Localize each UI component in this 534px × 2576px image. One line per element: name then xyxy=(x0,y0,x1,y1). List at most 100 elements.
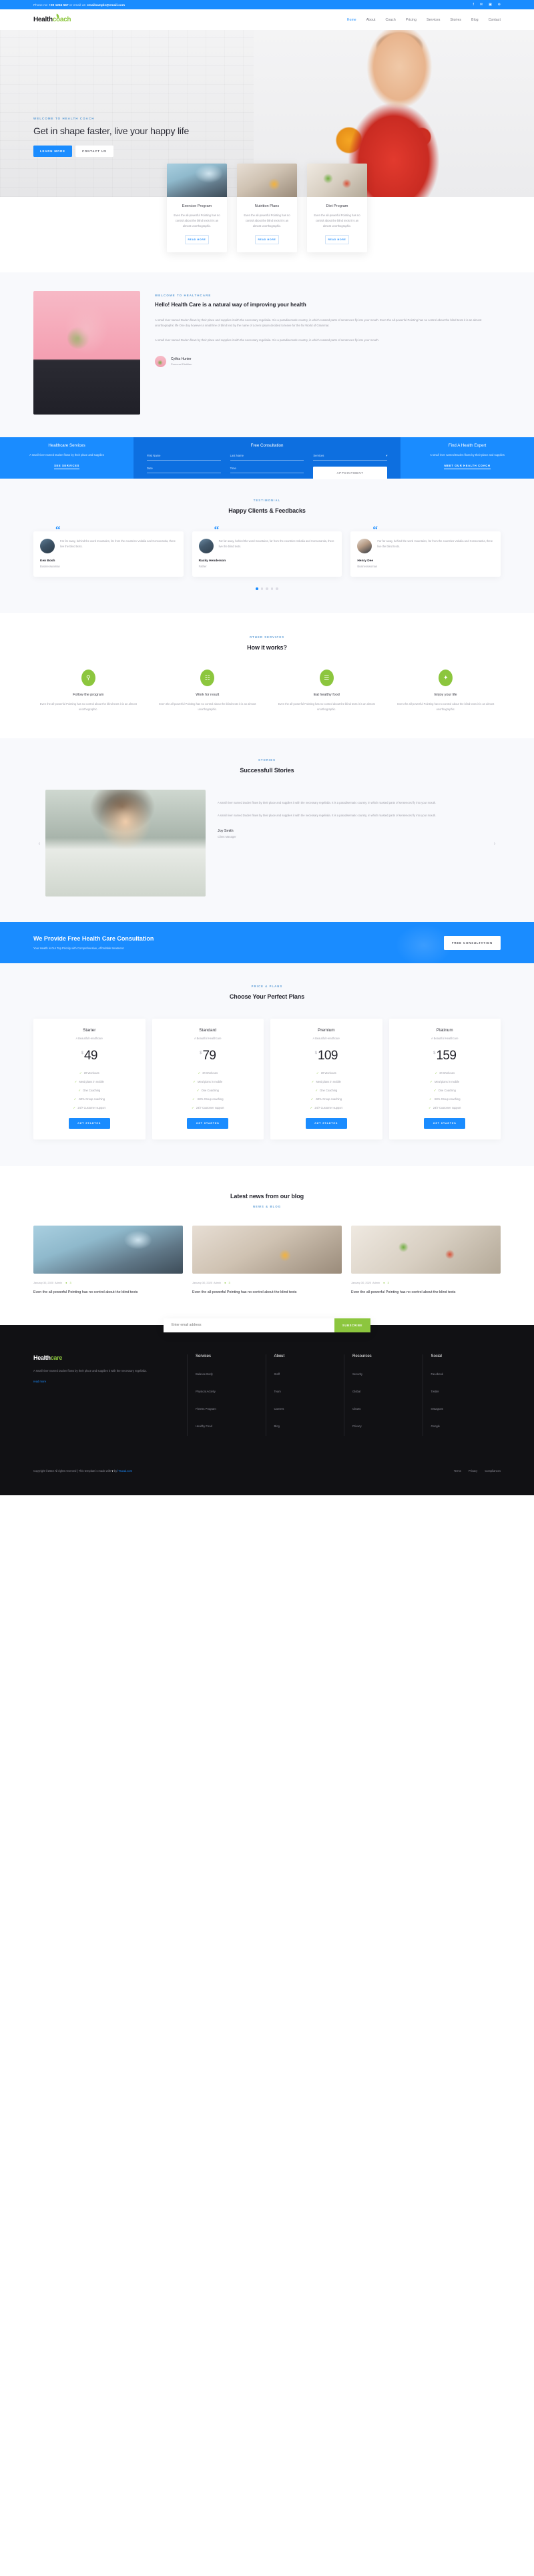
footer-link[interactable]: Fitness Program xyxy=(196,1407,216,1410)
feature-card-nutrition[interactable]: Nutrition Plans Even the all-powerful Po… xyxy=(237,164,297,253)
check-icon: ✓ xyxy=(429,1097,432,1101)
see-services-link[interactable]: SEE SERVICES xyxy=(54,464,79,470)
carousel-dot[interactable] xyxy=(260,587,264,590)
blog-post[interactable]: January 30, 2020 Admin ● 3 Even the all-p… xyxy=(192,1226,342,1295)
currency-symbol: $ xyxy=(433,1051,436,1056)
get-started-button[interactable]: GET STARTED xyxy=(68,1118,110,1129)
site-logo[interactable]: Healthcoach xyxy=(33,13,71,23)
footer-link[interactable]: Physical Activity xyxy=(196,1390,216,1393)
footer-link[interactable]: Instagram xyxy=(431,1407,444,1410)
learn-more-button[interactable]: LEARN MORE xyxy=(33,146,72,158)
get-started-button[interactable]: GET STARTED xyxy=(187,1118,229,1129)
footer-read-more-link[interactable]: read more xyxy=(33,1380,46,1383)
plan-price: 79 xyxy=(202,1049,216,1063)
nav-item-pricing[interactable]: Pricing xyxy=(406,18,417,22)
nav-item-contact[interactable]: Contact xyxy=(489,18,501,22)
nav-item-blog[interactable]: Blog xyxy=(471,18,479,22)
testimonial-name: Ken Bosh xyxy=(40,559,55,563)
site-footer: Healthcare A small river named Duden flo… xyxy=(0,1324,534,1495)
carousel-prev-arrow[interactable]: ‹ xyxy=(33,790,45,896)
get-started-button[interactable]: GET STARTED xyxy=(424,1118,466,1129)
chevron-down-icon: ▾ xyxy=(385,454,387,458)
compliances-link[interactable]: Compliances xyxy=(485,1469,501,1473)
blog-post[interactable]: January 30, 2020 Admin ● 3 Even the all-p… xyxy=(351,1226,501,1295)
footer-link[interactable]: Blog xyxy=(274,1425,280,1428)
read-more-button[interactable]: READ MORE xyxy=(185,235,209,245)
carousel-next-arrow[interactable]: › xyxy=(489,790,501,896)
footer-link[interactable]: Global xyxy=(352,1390,360,1393)
nav-item-coach[interactable]: Coach xyxy=(386,18,396,22)
quote-icon: “ xyxy=(214,525,220,536)
dribbble-icon[interactable]: ⊛ xyxy=(498,3,501,7)
footer-link[interactable]: Team xyxy=(274,1390,281,1393)
footer-link[interactable]: Careers xyxy=(274,1407,284,1410)
feature-label: 20 Workouts xyxy=(320,1071,336,1075)
terms-link[interactable]: Terms xyxy=(454,1469,461,1473)
list-item: Team xyxy=(274,1384,344,1396)
credit-link[interactable]: l7sucai.com xyxy=(117,1469,132,1473)
logo-text-accent: coach xyxy=(52,16,71,23)
carousel-dot[interactable] xyxy=(266,587,268,590)
free-consultation-button[interactable]: FREE CONSULTATION xyxy=(443,935,501,950)
meet-health-coach-link[interactable]: MEET OUR HEALTH COACH xyxy=(444,464,491,470)
feature-card-exercise[interactable]: Exercise Program Even the all-powerful P… xyxy=(167,164,227,253)
quote-icon: “ xyxy=(55,525,61,536)
footer-link[interactable]: Privacy xyxy=(352,1425,362,1428)
field-underline xyxy=(230,460,304,461)
phone-number[interactable]: +00 1234 567 xyxy=(49,3,68,7)
testimonial-quote: Far far away, behind the word mountains,… xyxy=(218,539,334,549)
footer-about-text: A small river named Duden flows by their… xyxy=(33,1368,147,1372)
read-more-button[interactable]: READ MORE xyxy=(325,235,349,245)
footer-logo[interactable]: Healthcare xyxy=(33,1354,187,1361)
feature-label: 24/7 Customer support xyxy=(433,1106,461,1110)
plan-features: ✓ 20 Workouts ✓ Meal plans in mobile ✓ One … xyxy=(158,1071,259,1110)
footer-link[interactable]: Healthy Food xyxy=(196,1425,212,1428)
post-meta: January 30, 2020 Admin ● 3 xyxy=(192,1281,342,1284)
footer-link[interactable]: Staff xyxy=(274,1372,280,1376)
appointment-button[interactable]: APPOINTMENT xyxy=(313,466,387,479)
carousel-dot[interactable] xyxy=(276,587,278,590)
feature-label: 24/7 Customer support xyxy=(77,1106,105,1110)
instagram-icon[interactable]: ▣ xyxy=(489,3,492,7)
services-select[interactable]: Services ▾ xyxy=(313,454,387,461)
get-started-button[interactable]: GET STARTED xyxy=(305,1118,347,1129)
feature-card-diet[interactable]: Diet Program Even the all-powerful Point… xyxy=(307,164,367,253)
check-icon: ✓ xyxy=(428,1106,431,1110)
last-name-field[interactable]: Last Name xyxy=(230,454,304,461)
author-role: Personal Dietitian xyxy=(171,362,192,366)
post-title[interactable]: Even the all-powerful Pointing has no co… xyxy=(33,1290,183,1295)
read-more-button[interactable]: READ MORE xyxy=(255,235,279,245)
nav-item-home[interactable]: Home xyxy=(347,18,356,22)
step-text: Even the all-powerful Pointing has no co… xyxy=(278,702,375,711)
contact-us-button[interactable]: CONTACT US xyxy=(75,146,113,158)
footer-link[interactable]: Google xyxy=(431,1425,441,1428)
plan-feature: ✓ -50% Group coaching xyxy=(276,1097,377,1101)
nav-item-services[interactable]: Services xyxy=(427,18,440,22)
footer-link[interactable]: Twitter xyxy=(431,1390,439,1393)
story-paragraph-1: A small river named Duden flows by their… xyxy=(218,801,437,805)
post-title[interactable]: Even the all-powerful Pointing has no co… xyxy=(192,1290,342,1295)
post-title[interactable]: Even the all-powerful Pointing has no co… xyxy=(351,1290,501,1295)
date-field[interactable]: Date xyxy=(147,467,221,479)
carousel-dot[interactable] xyxy=(270,587,274,590)
first-name-field[interactable]: First Name xyxy=(147,454,221,461)
feature-label: 20 Workouts xyxy=(439,1071,455,1075)
email-address[interactable]: emailsample@email.com xyxy=(87,3,125,7)
check-icon: ✓ xyxy=(79,1071,82,1075)
email-input[interactable] xyxy=(164,1318,334,1332)
nav-item-about[interactable]: About xyxy=(366,18,376,22)
footer-link[interactable]: Facebook xyxy=(431,1372,443,1376)
twitter-icon[interactable]: ✉ xyxy=(480,3,483,7)
check-icon: ✓ xyxy=(430,1080,433,1084)
blog-post[interactable]: January 30, 2020 Admin ● 3 Even the all-p… xyxy=(33,1226,183,1295)
footer-link[interactable]: Security xyxy=(352,1372,362,1376)
carousel-dot[interactable] xyxy=(256,587,258,590)
pricing-title: Choose Your Perfect Plans xyxy=(229,993,305,1001)
footer-link[interactable]: Balance Body xyxy=(196,1372,213,1376)
nav-item-stories[interactable]: Stories xyxy=(450,18,461,22)
privacy-link[interactable]: Privacy xyxy=(469,1469,477,1473)
time-field[interactable]: Time xyxy=(230,467,304,479)
footer-link[interactable]: Charts xyxy=(352,1407,360,1410)
phone-label: Phone no: xyxy=(33,3,49,7)
subscribe-button[interactable]: SUBSCRIBE xyxy=(334,1318,370,1332)
